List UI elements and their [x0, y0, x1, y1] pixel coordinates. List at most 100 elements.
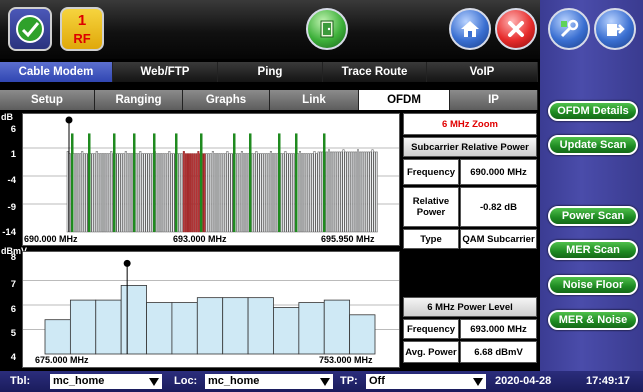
tab-ofdm[interactable]: OFDM [359, 90, 450, 110]
bottom-ytick: 8 [10, 252, 16, 263]
home-logo-button[interactable] [8, 7, 52, 51]
power-level-bar [95, 299, 122, 355]
subcarrier-bar [365, 151, 368, 233]
pilot-subcarrier-bar [88, 133, 91, 232]
pilot-subcarrier-bar [153, 133, 156, 232]
tp-value: Off [369, 375, 385, 387]
subcarrier-bar [168, 151, 171, 233]
subcarrier-bar [193, 153, 196, 233]
subcarrier-bar [236, 153, 239, 233]
subcarrier-bar [195, 153, 198, 233]
subcarrier-bar [182, 151, 185, 233]
update-scan-button[interactable]: Update Scan [548, 135, 638, 155]
pilot-subcarrier-bar [113, 133, 116, 232]
zoom-freq-value: 690.000 MHz [460, 159, 537, 185]
subcarrier-bar [203, 153, 206, 233]
subcarrier-bar [251, 153, 254, 233]
subcarrier-bar [330, 151, 333, 233]
power-info-panel: 6 MHz Power Level Frequency 693.000 MHz … [403, 297, 537, 365]
power-level-bar [222, 297, 249, 355]
tab-graphs[interactable]: Graphs [183, 90, 270, 110]
export-button[interactable] [594, 8, 636, 50]
tab-trace-route[interactable]: Trace Route [323, 62, 427, 82]
subcarrier-bar [261, 153, 264, 233]
subcarrier-bar [344, 151, 347, 233]
marker-dot [65, 116, 73, 124]
subcarrier-bar [79, 153, 82, 233]
subcarrier-bar [336, 151, 339, 233]
tab-cable-modem[interactable]: Cable Modem [0, 62, 113, 82]
subcarrier-bar [93, 153, 96, 233]
subcarrier-bar [95, 151, 98, 233]
loc-select[interactable]: mc_home [205, 374, 333, 389]
home-button[interactable] [449, 8, 491, 50]
subcarrier-bar [348, 151, 351, 233]
subcarrier-bar [137, 153, 140, 233]
power-level-chart[interactable]: 675.000 MHz 753.000 MHz [22, 251, 400, 368]
tab-link[interactable]: Link [270, 90, 359, 110]
subcarrier-bar [77, 153, 80, 233]
subcarrier-bar [263, 153, 266, 233]
exit-door-button[interactable] [306, 8, 348, 50]
power-level-bar [120, 285, 147, 355]
subcarrier-bar [91, 153, 94, 233]
top-x-end: 695.950 MHz [321, 234, 375, 244]
mer-scan-button[interactable]: MER Scan [548, 240, 638, 260]
door-icon [320, 20, 334, 38]
subcarrier-bar [338, 151, 341, 233]
tab-ranging[interactable]: Ranging [95, 90, 183, 110]
subcarrier-bar [191, 153, 194, 233]
power-level-bar [146, 302, 173, 355]
subcarrier-bar [85, 153, 88, 233]
pilot-subcarrier-bar [71, 133, 74, 232]
time-readout: 17:49:17 [586, 375, 631, 387]
subcarrier-bar [224, 153, 227, 233]
subcarrier-bar [164, 153, 167, 233]
tbl-select[interactable]: mc_home [50, 374, 162, 389]
ofdm-details-button[interactable]: OFDM Details [548, 101, 638, 121]
tab-voip[interactable]: VoIP [427, 62, 538, 82]
subcarrier-bar [282, 153, 285, 233]
noise-floor-button[interactable]: Noise Floor [548, 275, 638, 295]
tab-ping[interactable]: Ping [218, 62, 323, 82]
tab-web-ftp[interactable]: Web/FTP [113, 62, 218, 82]
power-level-bar [298, 302, 325, 355]
power-level-bar [196, 297, 224, 355]
subcarrier-bar [361, 151, 364, 233]
tp-select[interactable]: Off [366, 374, 486, 389]
zoom-title: 6 MHz Zoom [403, 113, 537, 135]
subcarrier-bar [143, 153, 146, 233]
main-tab-bar: Cable Modem Web/FTP Ping Trace Route VoI… [0, 62, 538, 82]
subcarrier-bar [110, 151, 113, 233]
subcarrier-plot [23, 116, 399, 233]
power-level-bar [273, 307, 300, 355]
zoom-header: Subcarrier Relative Power [403, 137, 537, 157]
subcarrier-bar [265, 153, 268, 233]
subcarrier-power-chart[interactable]: 690.000 MHz 693.000 MHz 695.950 MHz [22, 113, 400, 246]
pilot-subcarrier-bar [295, 133, 298, 232]
top-chart-unit: dB [1, 112, 13, 122]
subcarrier-bar [120, 153, 123, 233]
top-ytick: -4 [7, 175, 16, 186]
subcarrier-bar [242, 153, 245, 233]
tab-ip[interactable]: IP [450, 90, 538, 110]
date-readout: 2020-04-28 [495, 375, 552, 387]
subcarrier-bar [288, 153, 291, 233]
tab-setup[interactable]: Setup [0, 90, 95, 110]
subcarrier-bar [218, 153, 221, 233]
power-level-bar [44, 319, 71, 355]
power-freq-label: Frequency [403, 319, 459, 339]
subcarrier-bar [118, 153, 121, 233]
rf-port-indicator[interactable]: 1 RF [60, 7, 104, 51]
tools-button[interactable] [548, 8, 590, 50]
power-scan-button[interactable]: Power Scan [548, 206, 638, 226]
mer-noise-button[interactable]: MER & Noise [548, 310, 638, 330]
pilot-subcarrier-bar [249, 133, 252, 232]
tp-label: TP: [340, 375, 358, 387]
close-button[interactable] [495, 8, 537, 50]
subcarrier-bar [83, 153, 86, 233]
subcarrier-bar [166, 153, 169, 233]
subcarrier-bar [311, 153, 314, 233]
subcarrier-bar [139, 151, 142, 233]
power-level-bar [349, 314, 376, 355]
